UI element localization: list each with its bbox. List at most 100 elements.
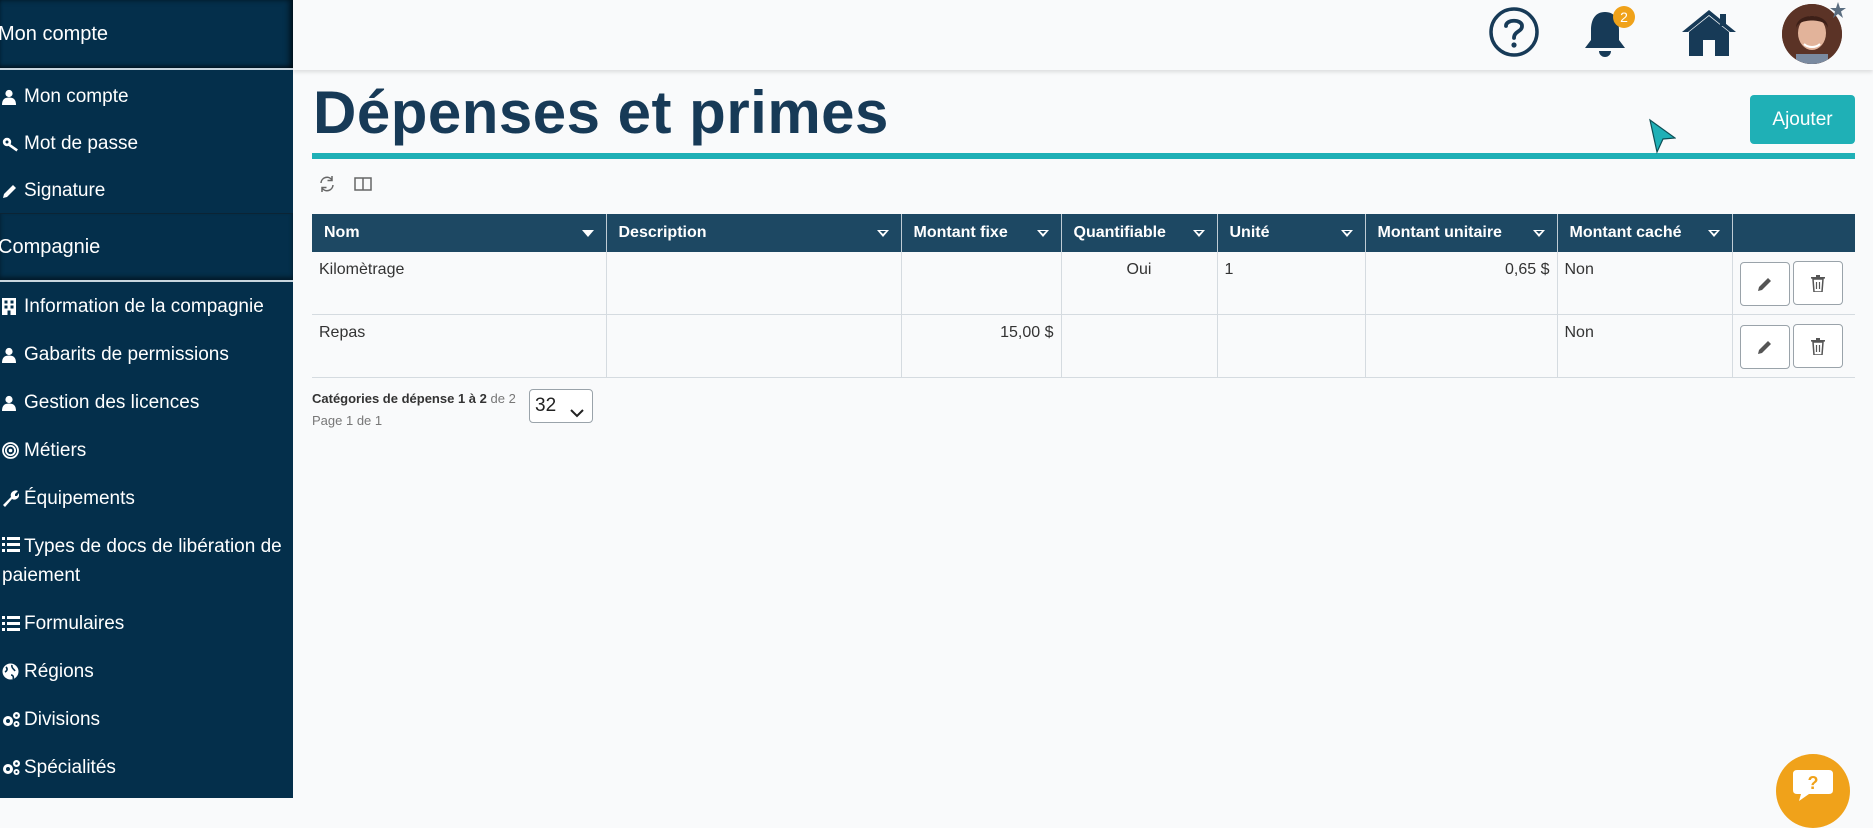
sidebar-item-metiers[interactable]: Métiers — [0, 436, 293, 465]
pencil-icon — [1757, 340, 1771, 354]
wrench-icon — [2, 484, 24, 513]
sidebar-item-formulaires[interactable]: Formulaires — [0, 609, 293, 638]
page-title: Dépenses et primes — [313, 79, 889, 146]
sort-desc-icon[interactable] — [581, 229, 594, 237]
column-header-unite[interactable]: Unité — [1216, 214, 1365, 252]
column-header-quantifiable[interactable]: Quantifiable — [1060, 214, 1217, 252]
sort-icon[interactable] — [876, 229, 889, 237]
cell-unite: 1 — [1216, 252, 1365, 315]
building-icon — [2, 292, 24, 321]
expenses-table: Nom Description Montant fixe Quantifiabl… — [312, 214, 1855, 378]
sidebar-item-label: Mon compte — [24, 86, 129, 107]
sidebar-item-specialites[interactable]: Spécialités — [0, 753, 293, 782]
sidebar-item-signature[interactable]: Signature — [0, 176, 293, 205]
pager-label: Catégories de dépense — [312, 391, 455, 406]
sidebar-item-divisions[interactable]: Divisions — [0, 705, 293, 734]
pager-range: 1 à 2 — [457, 391, 487, 406]
sidebar: Mon compte Mon compte Mot de passe Signa… — [0, 0, 293, 798]
chat-help-button[interactable]: ? — [1776, 754, 1850, 828]
sidebar-item-gabarits-permissions[interactable]: Gabarits de permissions — [0, 340, 293, 369]
sidebar-item-information-compagnie[interactable]: Information de la compagnie — [0, 292, 293, 321]
sidebar-section-label: Compagnie — [0, 235, 101, 258]
sidebar-section-label: Mon compte — [0, 22, 109, 45]
pagination-info: Catégories de dépense 1 à 2 de 2 Page 1 … — [312, 388, 516, 432]
globe-icon — [2, 657, 24, 686]
sidebar-item-gestion-licences[interactable]: Gestion des licences — [0, 388, 293, 417]
column-header-montant-fixe[interactable]: Montant fixe — [900, 214, 1061, 252]
sidebar-item-label: Information de la compagnie — [24, 296, 264, 317]
notification-badge: 2 — [1613, 6, 1635, 28]
cell-montant-cache: Non — [1556, 252, 1732, 315]
key-icon — [2, 129, 24, 158]
sidebar-item-types-docs[interactable]: Types de docs de libération de paiement — [0, 532, 293, 590]
edit-button[interactable] — [1739, 324, 1790, 369]
sort-icon[interactable] — [1036, 229, 1049, 237]
sort-icon[interactable] — [1340, 229, 1353, 237]
sidebar-item-label: Divisions — [24, 709, 101, 731]
svg-text:?: ? — [1808, 773, 1819, 793]
sidebar-item-label: Équipements — [24, 488, 135, 509]
title-underline — [312, 153, 1855, 159]
target-icon — [2, 436, 24, 465]
chat-question-icon: ? — [1793, 770, 1833, 801]
pager-page: Page 1 de 1 — [312, 413, 383, 428]
cell-quantifiable: Oui — [1060, 252, 1217, 315]
sidebar-item-label: Gabarits de permissions — [24, 344, 229, 365]
cogs-icon — [2, 753, 24, 782]
sidebar-item-mon-compte[interactable]: Mon compte — [0, 82, 293, 111]
table-toolbar — [318, 175, 372, 198]
pencil-icon — [2, 176, 24, 205]
cell-quantifiable — [1060, 314, 1217, 378]
cell-montant-cache: Non — [1556, 314, 1732, 378]
refresh-icon[interactable] — [318, 175, 336, 198]
cell-nom: Kilomètrage — [312, 252, 606, 315]
sidebar-section-company[interactable]: Compagnie — [0, 214, 293, 282]
columns-icon[interactable] — [354, 175, 372, 198]
sort-icon[interactable] — [1532, 229, 1545, 237]
cell-montant-unitaire — [1364, 314, 1557, 378]
table-header-row: Nom Description Montant fixe Quantifiabl… — [312, 214, 1855, 252]
mouse-cursor-icon — [1648, 118, 1677, 159]
pencil-icon — [1757, 277, 1771, 291]
table-row[interactable]: Repas 15,00 $ Non — [312, 314, 1855, 378]
sidebar-item-equipements[interactable]: Équipements — [0, 484, 293, 513]
cell-description — [605, 314, 901, 378]
column-header-actions — [1731, 214, 1855, 252]
delete-button[interactable] — [1792, 261, 1843, 305]
add-button[interactable]: Ajouter — [1750, 95, 1855, 144]
sort-icon[interactable] — [1707, 229, 1720, 237]
column-header-nom[interactable]: Nom — [312, 214, 606, 252]
column-label: Montant caché — [1569, 224, 1682, 241]
sidebar-section-account[interactable]: Mon compte — [0, 0, 293, 70]
sidebar-item-label: Régions — [24, 661, 94, 683]
delete-button[interactable] — [1792, 324, 1843, 368]
edit-button[interactable] — [1739, 261, 1790, 306]
column-header-description[interactable]: Description — [605, 214, 901, 252]
sort-icon[interactable] — [1192, 229, 1205, 237]
list-icon — [2, 609, 24, 638]
sidebar-item-label: Formulaires — [24, 613, 125, 635]
cell-unite — [1216, 314, 1365, 378]
table-row[interactable]: Kilomètrage Oui 1 0,65 $ Non — [312, 252, 1855, 315]
column-header-montant-cache[interactable]: Montant caché — [1556, 214, 1732, 252]
sidebar-item-label: Mot de passe — [24, 133, 139, 154]
help-icon[interactable] — [1488, 6, 1540, 63]
sidebar-item-label: Métiers — [24, 440, 87, 461]
cell-description — [605, 252, 901, 315]
user-icon — [2, 340, 24, 369]
column-label: Quantifiable — [1073, 224, 1166, 241]
column-label: Nom — [324, 224, 360, 241]
column-label: Unité — [1229, 224, 1270, 241]
sidebar-item-label: Gestion des licences — [24, 392, 200, 413]
star-icon — [1830, 2, 1846, 23]
column-label: Montant fixe — [913, 224, 1008, 241]
column-label: Montant unitaire — [1377, 224, 1502, 241]
sidebar-item-regions[interactable]: Régions — [0, 657, 293, 686]
page-size-select[interactable]: 32 — [529, 389, 593, 423]
column-header-montant-unitaire[interactable]: Montant unitaire — [1364, 214, 1557, 252]
column-label: Description — [618, 224, 707, 241]
sidebar-item-mot-de-passe[interactable]: Mot de passe — [0, 129, 293, 158]
sidebar-item-label: Spécialités — [24, 757, 116, 779]
home-icon[interactable] — [1680, 8, 1738, 63]
page-size-value: 32 — [535, 395, 557, 416]
